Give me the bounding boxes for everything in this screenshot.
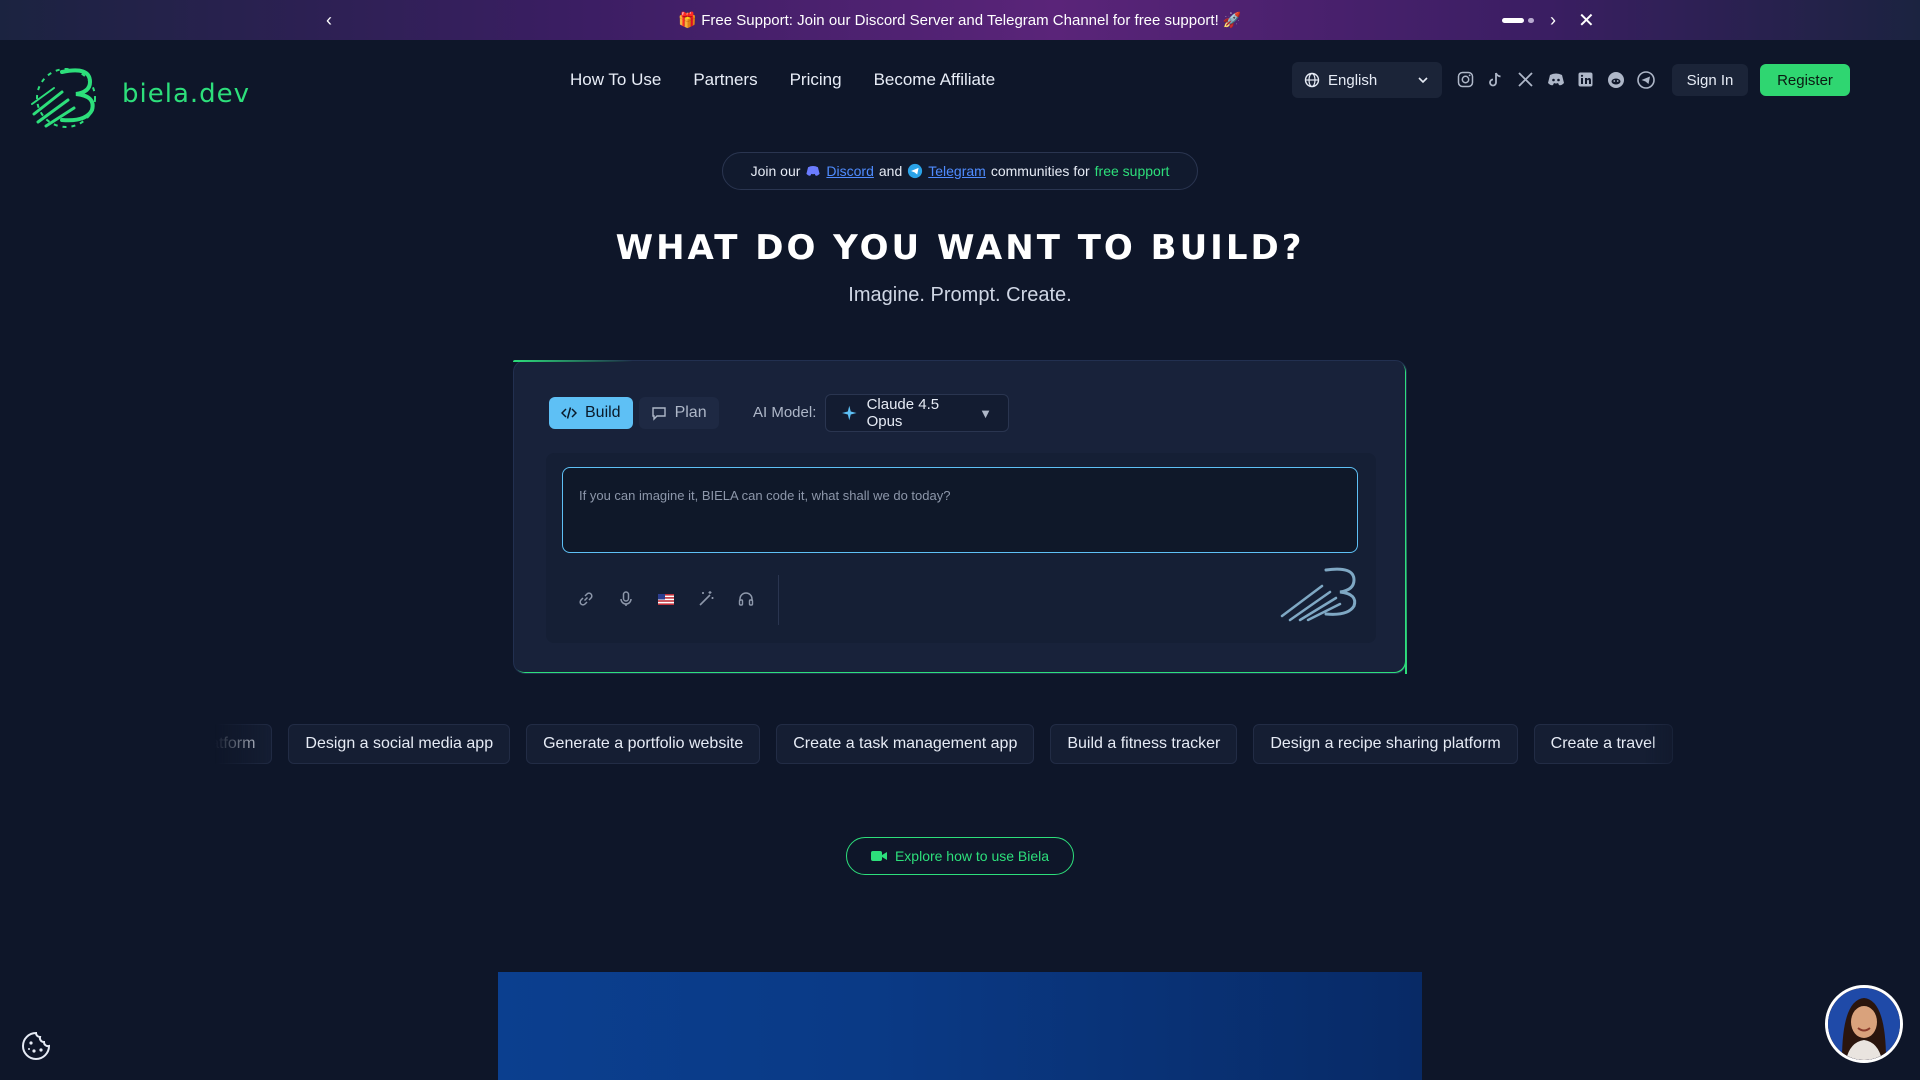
agent-portrait-icon (1828, 988, 1900, 1060)
x-icon[interactable] (1516, 70, 1535, 89)
community-middle: communities for (990, 163, 1090, 179)
sparkle-icon (842, 405, 857, 421)
page-subtitle: Imagine. Prompt. Create. (848, 284, 1072, 306)
code-icon (561, 407, 577, 419)
suggestion-chip[interactable]: Design a recipe sharing platform (1253, 724, 1518, 764)
suggestion-chip[interactable]: Build an e-commerce platform (215, 724, 273, 764)
gift-icon: 🎁 (678, 12, 698, 29)
telegram-link[interactable]: Telegram (928, 163, 986, 179)
video-preview[interactable] (498, 972, 1422, 1080)
attach-link-icon[interactable] (576, 589, 596, 609)
cookie-settings-button[interactable] (20, 1030, 52, 1062)
reddit-icon[interactable] (1606, 70, 1625, 89)
toolbar-divider (778, 575, 779, 625)
suggestion-chip[interactable]: Create a task management app (776, 724, 1035, 764)
language-select[interactable]: English (1292, 62, 1442, 98)
mode-build-button[interactable]: Build (549, 397, 633, 429)
prompt-area: If you can imagine it, BIELA can code it… (546, 453, 1376, 643)
free-support-text: free support (1094, 163, 1170, 179)
biela-logo-icon (31, 68, 96, 128)
mode-toggle: Build Plan (549, 397, 719, 429)
banner-dot-active[interactable] (1502, 18, 1524, 23)
prompt-input[interactable]: If you can imagine it, BIELA can code it… (562, 467, 1358, 553)
magic-wand-icon[interactable] (696, 589, 716, 609)
suggestion-track: Build an e-commerce platform Design a so… (215, 724, 1673, 764)
suggestion-chip[interactable]: Build a fitness tracker (1050, 724, 1238, 764)
nav-item-pricing[interactable]: Pricing (790, 70, 842, 90)
community-and: and (878, 163, 903, 179)
mode-plan-label: Plan (674, 404, 707, 421)
logo-text: biela.dev (122, 79, 251, 109)
telegram-icon (908, 163, 923, 179)
globe-icon (1304, 72, 1320, 88)
ai-model-value: Claude 4.5 Opus (866, 396, 940, 430)
nav-item-become-affiliate[interactable]: Become Affiliate (874, 70, 996, 90)
sign-in-button[interactable]: Sign In (1672, 64, 1748, 96)
headset-icon[interactable] (736, 589, 756, 609)
ai-model-label: AI Model: (753, 404, 817, 421)
support-agent-avatar[interactable] (1825, 985, 1903, 1063)
banner-pagination[interactable] (1502, 18, 1534, 23)
discord-icon[interactable] (1546, 70, 1565, 89)
banner-text: Free Support: Join our Discord Server an… (701, 12, 1219, 29)
logo[interactable]: biela.dev (28, 58, 250, 130)
send-button[interactable] (1278, 564, 1362, 627)
banner-next-button[interactable]: › (1550, 10, 1556, 31)
suggestion-chip[interactable]: Generate a portfolio website (526, 724, 761, 764)
us-flag-icon[interactable] (656, 589, 676, 609)
discord-link[interactable]: Discord (826, 163, 873, 179)
linkedin-icon[interactable] (1576, 70, 1595, 89)
main-nav: How To Use Partners Pricing Become Affil… (570, 70, 995, 90)
rocket-icon: 🚀 (1222, 12, 1242, 29)
page-title: WHAT DO YOU WANT TO BUILD? (615, 228, 1305, 268)
explore-button[interactable]: Explore how to use Biela (846, 837, 1074, 875)
community-pill: Join our Discord and Telegram communitie… (722, 152, 1198, 190)
video-camera-icon (870, 851, 887, 861)
tiktok-icon[interactable] (1486, 70, 1505, 89)
ai-model-select[interactable]: Claude 4.5 Opus ▼ (825, 394, 1009, 432)
prompt-toolbar (576, 589, 756, 609)
discord-icon (806, 166, 821, 176)
site-header: biela.dev How To Use Partners Pricing Be… (0, 40, 1920, 128)
banner-dot[interactable] (1528, 18, 1534, 23)
caret-down-icon: ▼ (979, 405, 992, 421)
banner-close-button[interactable]: ✕ (1578, 8, 1595, 33)
suggestion-chip[interactable]: Design a social media app (288, 724, 511, 764)
biela-send-icon (1280, 567, 1357, 622)
chevron-down-icon (1418, 77, 1428, 84)
telegram-icon[interactable] (1636, 70, 1655, 89)
community-prefix: Join our (750, 163, 801, 179)
instagram-icon[interactable] (1456, 70, 1475, 89)
banner-prev-button[interactable]: ‹ (326, 10, 332, 31)
suggestion-chip[interactable]: Create a travel (1533, 724, 1673, 764)
mode-build-label: Build (585, 404, 621, 421)
nav-item-partners[interactable]: Partners (693, 70, 757, 90)
social-links (1456, 70, 1655, 89)
microphone-icon[interactable] (616, 589, 636, 609)
cookie-icon (22, 1031, 51, 1060)
language-value: English (1328, 71, 1378, 89)
prompt-composer: Build Plan AI Model: Claude 4.5 Opus ▼ I… (513, 360, 1407, 674)
mode-plan-button[interactable]: Plan (638, 397, 719, 429)
register-button[interactable]: Register (1760, 64, 1850, 96)
explore-label: Explore how to use Biela (894, 848, 1050, 864)
suggestion-carousel: Build an e-commerce platform Design a so… (215, 724, 1705, 764)
chat-bubble-icon (651, 407, 666, 421)
announcement-banner: ‹ 🎁 Free Support: Join our Discord Serve… (0, 0, 1920, 40)
banner-message: 🎁 Free Support: Join our Discord Server … (678, 11, 1241, 29)
nav-item-how-to-use[interactable]: How To Use (570, 70, 661, 90)
